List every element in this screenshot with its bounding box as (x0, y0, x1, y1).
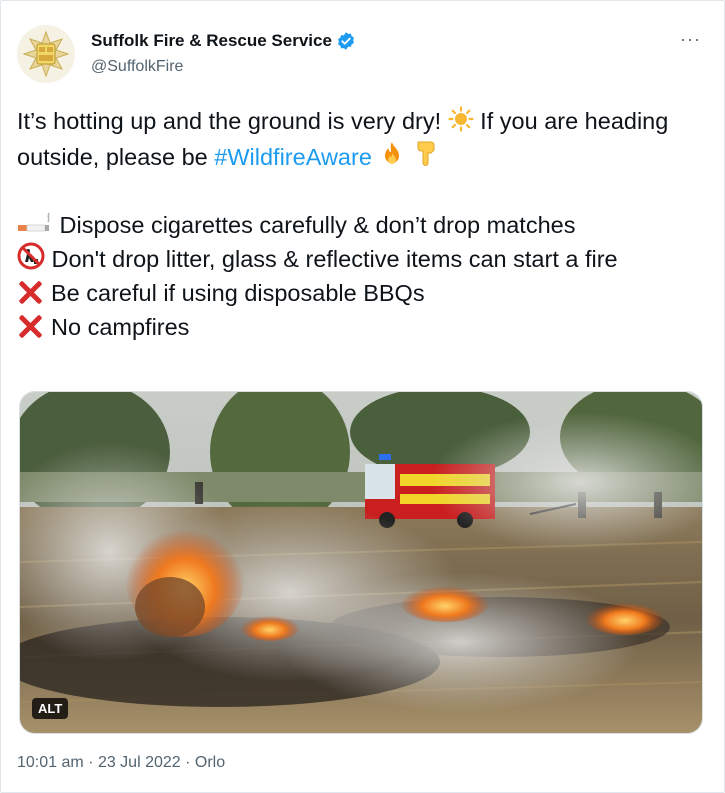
no-littering-icon (17, 242, 45, 270)
bullet-litter: Don't drop litter, glass & reflective it… (17, 242, 709, 276)
more-options-icon[interactable]: ··· (680, 29, 701, 50)
cross-mark-icon (17, 313, 43, 339)
display-name[interactable]: Suffolk Fire & Rescue Service (91, 31, 332, 51)
bullet-text: Be careful if using disposable BBQs (51, 280, 425, 306)
tweet-metadata: 10:01 am · 23 Jul 2022 · Orlo (17, 754, 225, 772)
bullet-text: No campfires (51, 314, 190, 340)
alt-text-badge[interactable]: ALT (32, 698, 69, 719)
tweet-header: Suffolk Fire & Rescue Service @SuffolkFi… (17, 25, 707, 85)
pointing-down-icon (417, 141, 435, 166)
fire-service-crest-icon (18, 26, 74, 82)
sun-icon (448, 106, 474, 132)
bullet-text: Dispose cigarettes carefully & don’t dro… (53, 212, 576, 238)
bullet-bbqs: Be careful if using disposable BBQs (17, 276, 709, 310)
wildfire-photo (20, 392, 702, 733)
separator: · (180, 754, 195, 771)
tweet-card: Suffolk Fire & Rescue Service @SuffolkFi… (0, 0, 725, 793)
verified-badge-icon (338, 32, 354, 50)
tweet-date[interactable]: 23 Jul 2022 (98, 754, 181, 771)
avatar[interactable] (17, 25, 75, 83)
tweet-source: Orlo (194, 754, 226, 771)
tweet-photo[interactable]: ALT (19, 391, 703, 734)
cigarette-icon (18, 212, 50, 232)
separator: · (83, 754, 98, 771)
tweet-text-segment: It’s hotting up and the ground is very d… (17, 108, 448, 134)
fire-icon (385, 142, 400, 164)
tweet-time[interactable]: 10:01 am (17, 754, 84, 771)
tweet-paragraph-1: It’s hotting up and the ground is very d… (17, 104, 709, 174)
bullet-text: Don't drop litter, glass & reflective it… (45, 246, 618, 272)
bullet-cigarettes: Dispose cigarettes carefully & don’t dro… (17, 208, 709, 242)
hashtag-link[interactable]: #WildfireAware (214, 144, 372, 170)
bullet-campfires: No campfires (17, 310, 709, 344)
handle[interactable]: @SuffolkFire (91, 58, 183, 76)
tweet-text: It’s hotting up and the ground is very d… (17, 104, 709, 344)
cross-mark-icon (17, 279, 43, 305)
